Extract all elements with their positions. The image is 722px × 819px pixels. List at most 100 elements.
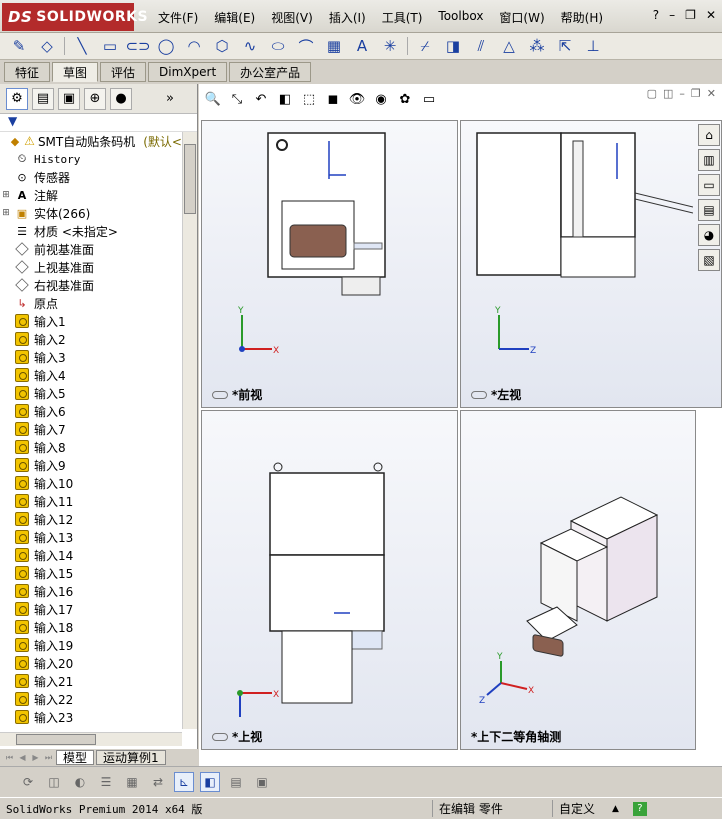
tree-item-import[interactable]: 输入16	[0, 582, 182, 600]
menu-tools[interactable]: 工具(T)	[374, 9, 431, 26]
sketch-icon[interactable]: ✎	[8, 36, 30, 56]
scroll-thumb[interactable]	[184, 144, 196, 214]
view-settings-icon[interactable]: ▭	[419, 89, 439, 109]
viewport-left[interactable]: Y Z *左视	[460, 120, 722, 408]
slot-icon[interactable]: ⊂⊃	[125, 36, 150, 56]
menu-window[interactable]: 窗口(W)	[491, 9, 552, 26]
next-tab-icon[interactable]: ▶	[30, 751, 41, 764]
circle-icon[interactable]: ◯	[155, 36, 177, 56]
tab-evaluate[interactable]: 评估	[100, 62, 147, 82]
ellipse-icon[interactable]: ⬭	[267, 36, 289, 56]
tree-item-import[interactable]: 输入3	[0, 348, 182, 366]
tree-item-import[interactable]: 输入8	[0, 438, 182, 456]
minimize-view-icon[interactable]: –	[679, 87, 685, 100]
tree-item-import[interactable]: 输入23	[0, 708, 182, 726]
tree-item-import[interactable]: 输入11	[0, 492, 182, 510]
unit-system[interactable]: 自定义	[552, 800, 632, 817]
tree-item-import[interactable]: 输入6	[0, 402, 182, 420]
spline-icon[interactable]: ∿	[239, 36, 261, 56]
zoom-area-icon[interactable]: ⤡	[227, 89, 247, 109]
viewport-front[interactable]: Y X *前视	[201, 120, 458, 408]
relations-icon[interactable]: ⊥	[582, 36, 604, 56]
viewport-top[interactable]: X *上视	[201, 410, 458, 750]
view-palette-icon[interactable]: ▤	[698, 199, 720, 221]
arc-icon[interactable]: ◠	[183, 36, 205, 56]
display-manager-icon[interactable]: ●	[110, 87, 132, 110]
tree-vertical-scrollbar[interactable]	[182, 132, 197, 729]
tree-root[interactable]: ◆ ⚠ SMT自动贴条码机 (默认<	[0, 132, 182, 150]
offset-icon[interactable]: ⫽	[470, 36, 492, 56]
single-view-icon[interactable]: ▢	[647, 87, 657, 100]
tree-item-sensors[interactable]: ⊙ 传感器	[0, 168, 182, 186]
tree-item-import[interactable]: 输入9	[0, 456, 182, 474]
prev-tab-icon[interactable]: ◀	[17, 751, 28, 764]
dimxpert-manager-icon[interactable]: ⊕	[84, 87, 106, 110]
close-icon[interactable]: ✕	[706, 8, 716, 22]
tree-item-import[interactable]: 输入15	[0, 564, 182, 582]
solidworks-logo[interactable]: DS SOLIDWORKS	[2, 3, 148, 31]
hide-show-icon[interactable]: 👁	[347, 89, 367, 109]
save-icon[interactable]: ▣	[252, 772, 272, 792]
appearances-icon[interactable]: ◕	[698, 224, 720, 246]
grid-icon[interactable]: ▦	[122, 772, 142, 792]
unit-menu-icon[interactable]: ▲	[612, 804, 619, 814]
previous-view-icon[interactable]: ↶	[251, 89, 271, 109]
line-icon[interactable]: ╲	[71, 36, 93, 56]
tree-filter[interactable]: ▼	[0, 114, 197, 132]
section-view-icon[interactable]: ◧	[275, 89, 295, 109]
tree-item-import[interactable]: 输入14	[0, 546, 182, 564]
edit-appearance-icon[interactable]: ◉	[371, 89, 391, 109]
display-style-icon[interactable]: ◼	[323, 89, 343, 109]
help-icon[interactable]: ?	[632, 801, 647, 816]
menu-edit[interactable]: 编辑(E)	[206, 9, 263, 26]
table-icon[interactable]: ▤	[226, 772, 246, 792]
zoom-to-fit-icon[interactable]: 🔍	[203, 89, 223, 109]
sketch-mode-icon[interactable]: ⊾	[174, 771, 194, 792]
pattern-icon[interactable]: ⁂	[526, 36, 548, 56]
design-library-icon[interactable]: ▥	[698, 149, 720, 171]
tab-dimxpert[interactable]: DimXpert	[148, 62, 228, 82]
tree-item-top-plane[interactable]: 上视基准面	[0, 258, 182, 276]
tree-item-import[interactable]: 输入18	[0, 618, 182, 636]
rectangle-icon[interactable]: ▭	[99, 36, 121, 56]
tree-item-import[interactable]: 输入22	[0, 690, 182, 708]
menu-help[interactable]: 帮助(H)	[553, 9, 611, 26]
tree-item-history[interactable]: ⏲ History	[0, 150, 182, 168]
tree-horizontal-scrollbar[interactable]	[0, 732, 182, 746]
tree-item-import[interactable]: 输入12	[0, 510, 182, 528]
menu-view[interactable]: 视图(V)	[263, 9, 321, 26]
expand-icon[interactable]: ⊞	[0, 190, 12, 200]
menu-insert[interactable]: 插入(I)	[321, 9, 374, 26]
swap-icon[interactable]: ⇄	[148, 772, 168, 792]
two-view-icon[interactable]: ◫	[663, 87, 673, 100]
view-orientation-icon[interactable]: ⬚	[299, 89, 319, 109]
smart-dimension-icon[interactable]: ◇	[36, 36, 58, 56]
home-icon[interactable]: ⌂	[698, 124, 720, 146]
move-entities-icon[interactable]: ⇱	[554, 36, 576, 56]
list-icon[interactable]: ☰	[96, 772, 116, 792]
minimize-icon[interactable]: –	[669, 8, 675, 22]
convert-entities-icon[interactable]: ◨	[442, 36, 464, 56]
tree-item-import[interactable]: 输入1	[0, 312, 182, 330]
tree-item-import[interactable]: 输入20	[0, 654, 182, 672]
rebuild-icon[interactable]: ⟳	[18, 772, 38, 792]
last-tab-icon[interactable]: ⏭	[43, 751, 54, 764]
tree-item-import[interactable]: 输入13	[0, 528, 182, 546]
appearance-icon[interactable]: ◐	[70, 772, 90, 792]
file-explorer-icon[interactable]: ▭	[698, 174, 720, 196]
tab-sketch[interactable]: 草图	[52, 62, 99, 82]
first-tab-icon[interactable]: ⏮	[4, 751, 15, 764]
viewport-isometric[interactable]: Y X Z *上下二等角轴测	[460, 410, 696, 750]
tree-item-import[interactable]: 输入5	[0, 384, 182, 402]
point-icon[interactable]: ✳	[379, 36, 401, 56]
shaded-icon[interactable]: ◫	[44, 772, 64, 792]
close-view-icon[interactable]: ✕	[707, 87, 716, 100]
scroll-thumb[interactable]	[16, 734, 96, 745]
tree-item-front-plane[interactable]: 前视基准面	[0, 240, 182, 258]
tree-item-import[interactable]: 输入2	[0, 330, 182, 348]
tree-item-right-plane[interactable]: 右视基准面	[0, 276, 182, 294]
tree-item-material[interactable]: ☰ 材质 <未指定>	[0, 222, 182, 240]
property-manager-icon[interactable]: ▤	[32, 87, 54, 110]
fillet-icon[interactable]: ⌒	[295, 36, 317, 56]
text-icon[interactable]: A	[351, 36, 373, 56]
